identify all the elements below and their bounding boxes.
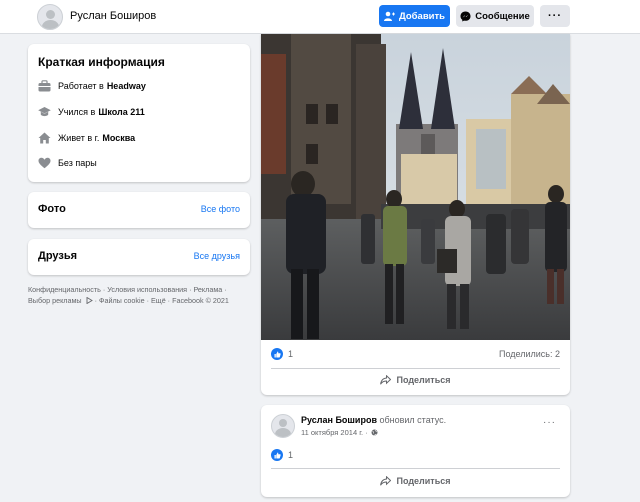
- post-photo[interactable]: [261, 34, 570, 340]
- intro-title: Краткая информация: [38, 55, 165, 69]
- home-icon: [38, 132, 51, 144]
- work-prefix: Работает в: [58, 81, 104, 91]
- add-friend-label: Добавить: [398, 10, 445, 22]
- avatar-body-shape: [42, 20, 59, 29]
- footer-links: Конфиденциальность · Условия использован…: [28, 284, 253, 306]
- intro-city: Живет в г. Москва: [38, 131, 135, 145]
- avatar-head-shape: [279, 419, 287, 427]
- avatar-head-shape: [46, 10, 55, 19]
- intro-work: Работает в Headway: [38, 79, 146, 93]
- add-friend-icon: [383, 11, 395, 21]
- post2-like-count: 1: [288, 450, 294, 460]
- footer-more-links[interactable]: · Файлы cookie · Ещё · Facebook © 2021: [95, 296, 229, 305]
- like-reaction-icon: [271, 449, 283, 461]
- post1-share-count[interactable]: Поделились: 2: [499, 349, 560, 359]
- ad-choices-icon: [86, 296, 93, 305]
- photos-title: Фото: [38, 203, 66, 215]
- avatar[interactable]: [37, 4, 63, 30]
- share-icon: [380, 375, 392, 385]
- messenger-icon: [460, 11, 471, 21]
- photo-post: 1 Поделились: 2 Поделиться: [261, 34, 570, 395]
- footer-line-1[interactable]: Конфиденциальность · Условия использован…: [28, 284, 253, 295]
- city-link[interactable]: Москва: [102, 133, 135, 143]
- graduation-cap-icon: [38, 107, 51, 117]
- page-name[interactable]: Руслан Боширов: [70, 10, 156, 22]
- relationship-status: Без пары: [58, 158, 97, 168]
- work-link[interactable]: Headway: [107, 81, 146, 91]
- see-all-friends-link[interactable]: Все друзья: [194, 251, 240, 261]
- footer-line-2: Выбор рекламы · Файлы cookie · Ещё · Fac…: [28, 295, 253, 306]
- post2-share-button[interactable]: Поделиться: [261, 471, 570, 491]
- post1-share-button[interactable]: Поделиться: [261, 370, 570, 390]
- photos-card: Фото Все фото: [28, 192, 250, 228]
- city-prefix: Живет в г.: [58, 133, 100, 143]
- post1-reactions[interactable]: 1: [271, 347, 293, 361]
- see-all-photos-link[interactable]: Все фото: [201, 204, 240, 214]
- globe-icon: [371, 429, 378, 436]
- friends-card: Друзья Все друзья: [28, 239, 250, 275]
- add-friend-button[interactable]: Добавить: [379, 5, 450, 27]
- message-label: Сообщение: [475, 10, 530, 22]
- heart-icon: [38, 157, 51, 169]
- post-author-line: Руслан Боширов обновил статус.: [301, 415, 446, 425]
- page-header: Руслан Боширов Добавить Сообщение ···: [0, 0, 640, 34]
- post-date[interactable]: 11 октября 2014 г. ·: [301, 428, 368, 437]
- more-options-button[interactable]: ···: [540, 5, 570, 27]
- intro-card: Краткая информация Работает в Headway Уч…: [28, 44, 250, 182]
- post2-divider: [271, 468, 560, 469]
- study-link[interactable]: Школа 211: [98, 107, 144, 117]
- intro-relationship: Без пары: [38, 156, 97, 170]
- status-post: Руслан Боширов обновил статус. 11 октябр…: [261, 405, 570, 497]
- study-prefix: Учился в: [58, 107, 96, 117]
- like-reaction-icon: [271, 348, 283, 360]
- ad-choices-link[interactable]: Выбор рекламы: [28, 296, 82, 305]
- post1-divider: [271, 368, 560, 369]
- post2-share-label: Поделиться: [396, 476, 451, 486]
- post-author-name[interactable]: Руслан Боширов: [301, 415, 377, 425]
- friends-title: Друзья: [38, 250, 78, 262]
- prague-square-photo: [261, 34, 570, 340]
- post-timestamp-line: 11 октября 2014 г. ·: [301, 428, 378, 437]
- share-icon: [380, 476, 392, 486]
- post1-like-count: 1: [288, 349, 294, 359]
- avatar-body-shape: [275, 428, 291, 437]
- post-action-text: обновил статус.: [376, 415, 447, 425]
- post1-share-label: Поделиться: [396, 375, 451, 385]
- message-button[interactable]: Сообщение: [456, 5, 534, 27]
- post2-reactions[interactable]: 1: [271, 448, 293, 462]
- post-options-button[interactable]: ···: [543, 417, 556, 428]
- post-author-avatar[interactable]: [271, 414, 295, 438]
- briefcase-icon: [38, 80, 51, 92]
- intro-study: Учился в Школа 211: [38, 105, 145, 119]
